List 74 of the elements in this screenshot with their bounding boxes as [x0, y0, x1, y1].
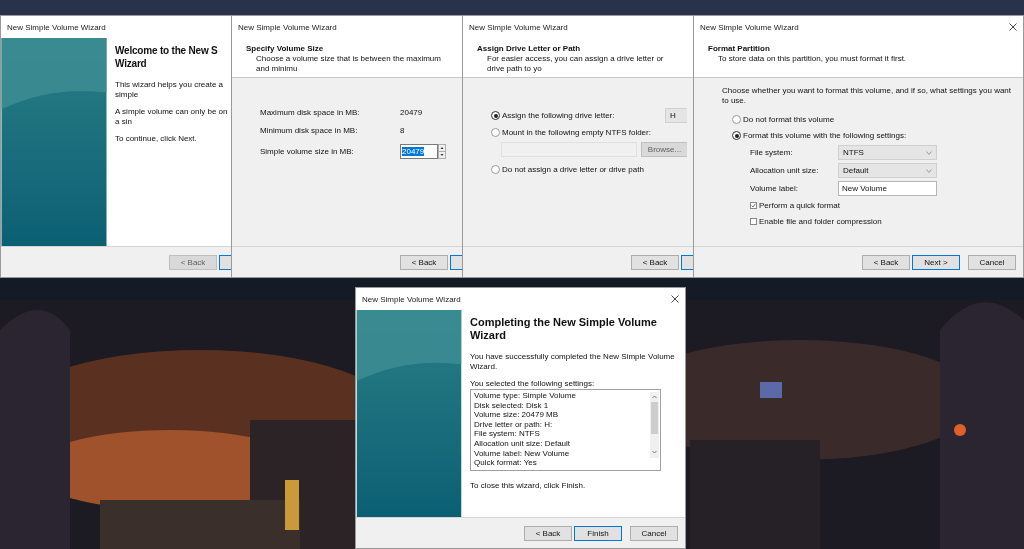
window-title: New Simple Volume Wizard [238, 22, 337, 32]
list-line: Drive letter or path: H: [474, 419, 554, 430]
dialog-button[interactable]: < Back [400, 254, 448, 270]
dropdown[interactable]: H [665, 108, 687, 123]
dropdown[interactable]: NTFS [838, 145, 937, 160]
list-line: File system: NTFS [474, 429, 541, 439]
page-subtitle: To store data on this partition, you must format it first. [717, 54, 908, 64]
body-text: To close this wizard, click Finish. [470, 481, 587, 491]
body-text: Choose whether you want to format this volume, and if so, what settings you want to use. [722, 86, 1013, 105]
radio-button[interactable] [732, 115, 741, 124]
radio-label: Format this volume with the following settings: [743, 131, 907, 140]
body-text: This wizard helps you create a simple [115, 80, 225, 99]
dialog-button[interactable]: Next > [912, 254, 960, 270]
dialog-button[interactable] [219, 254, 231, 270]
settings-list[interactable]: Volume type: Simple Volume Disk selected: Disk 1 Volume size: 20479 MB Drive letter or path: H: File system: NTFS Allocation unit size: Default Volume label: New Volume Quick format: Yes [470, 389, 661, 471]
radio-label: Assign the following drive letter: [502, 111, 615, 120]
radio-button[interactable] [491, 111, 500, 120]
list-line: Volume type: Simple Volume [474, 391, 577, 401]
close-icon[interactable] [1009, 23, 1017, 31]
wizard-heading: Welcome to the New S Wizard [115, 44, 219, 70]
dialog-button[interactable]: Cancel [630, 525, 678, 541]
radio-button[interactable] [732, 131, 741, 140]
field-label: Maximum disk space in MB: [260, 108, 361, 117]
list-line: Volume label: New Volume [474, 448, 571, 459]
field-label: Volume label: [750, 184, 800, 193]
page-title: Format Partition [708, 44, 771, 53]
window-title: New Simple Volume Wizard [469, 22, 568, 32]
value-text: 20479 [400, 108, 424, 117]
window-title: New Simple Volume Wizard [7, 22, 106, 32]
body-text: A simple volume can only be on a sin [115, 107, 229, 126]
checkbox-label: Perform a quick format [759, 201, 840, 210]
window-title: New Simple Volume Wizard [700, 22, 799, 32]
field-label: Simple volume size in MB: [260, 147, 355, 156]
checkbox[interactable] [750, 218, 757, 225]
body-text: To continue, click Next. [115, 134, 198, 144]
value-text: 8 [400, 126, 406, 135]
dialog-button[interactable]: < Back [862, 254, 910, 270]
scrollbar[interactable] [650, 392, 659, 458]
checkbox[interactable] [750, 202, 757, 209]
list-line: Volume size: 20479 MB [474, 410, 560, 420]
radio-label: Mount in the following empty NTFS folder: [502, 128, 651, 137]
field-label: File system: [750, 148, 794, 157]
list-line: Quick format: Yes [474, 458, 538, 468]
close-icon[interactable] [671, 295, 679, 303]
radio-button[interactable] [491, 128, 500, 137]
page-subtitle: For easier access, you can assign a drive letter or drive path to yo [486, 54, 665, 73]
page-title: Assign Drive Letter or Path [477, 44, 582, 53]
page-title: Specify Volume Size [246, 44, 325, 53]
dialog-button[interactable]: Finish [574, 525, 622, 541]
spin-buttons[interactable] [438, 144, 446, 159]
caret-icon [926, 150, 932, 155]
list-line: Disk selected: Disk 1 [474, 400, 550, 411]
dialog-button[interactable]: < Back [631, 254, 679, 270]
page-subtitle: Choose a volume size that is between the maximum and minimu [255, 54, 442, 73]
radio-label: Do not assign a drive letter or drive path [502, 165, 644, 174]
window-title: New Simple Volume Wizard [362, 294, 461, 304]
field-label: Allocation unit size: [750, 166, 820, 175]
list-line: Allocation unit size: Default [474, 438, 572, 449]
wizard-heading: Completing the New Simple Volume Wizard [470, 316, 658, 342]
dialog-button[interactable]: Cancel [968, 254, 1016, 270]
dialog-button[interactable] [450, 254, 462, 270]
field-label: Minimum disk space in MB: [260, 126, 359, 135]
checkbox-label: Enable file and folder compression [759, 217, 882, 226]
dialog-button[interactable] [681, 254, 693, 270]
body-text: You have successfully completed the New Simple Volume Wizard. [470, 352, 676, 371]
radio-label: Do not format this volume [743, 115, 835, 124]
caret-icon [926, 168, 932, 173]
list-label: You selected the following settings: [470, 379, 596, 388]
dialog-button[interactable]: < Back [524, 525, 572, 541]
dropdown[interactable]: Default [838, 163, 937, 178]
radio-button[interactable] [491, 165, 500, 174]
spin-field[interactable]: 20479 [400, 144, 438, 159]
input-field[interactable]: New Volume [838, 181, 937, 196]
checkmark-icon [751, 203, 756, 208]
